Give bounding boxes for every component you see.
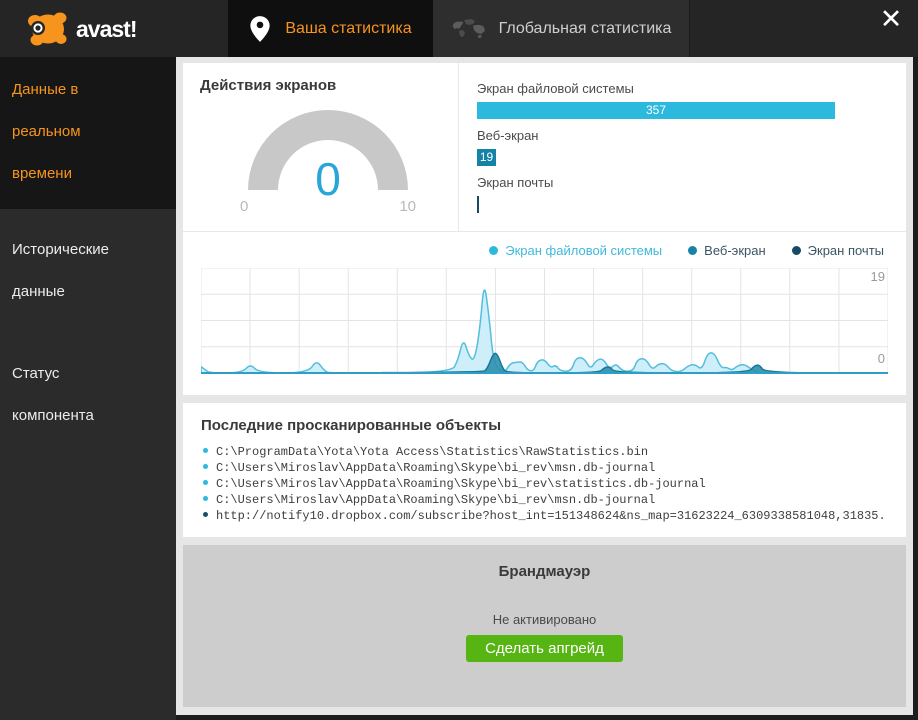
world-map-icon bbox=[452, 18, 485, 38]
bar-track: 357 bbox=[477, 102, 835, 119]
bullet-icon bbox=[203, 464, 208, 470]
logo-text: avast! bbox=[76, 15, 137, 42]
screen-counters: Экран файловой системы 357 Веб-экран 19 … bbox=[459, 63, 906, 231]
bullet-icon bbox=[203, 480, 208, 486]
bullet-icon bbox=[203, 448, 208, 454]
firewall-title: Брандмауэр bbox=[498, 563, 591, 580]
close-button[interactable]: ✕ bbox=[874, 2, 908, 36]
firewall-card: Брандмауэр Не активировано Сделать апгре… bbox=[183, 545, 906, 707]
screen-actions-card: Действия экранов 0 0 10 Экран файловой с… bbox=[183, 63, 906, 395]
scanned-object-row: C:\Users\Miroslav\AppData\Roaming\Skype\… bbox=[201, 460, 888, 476]
avast-logo-icon bbox=[28, 12, 67, 46]
legend-label: Веб-экран bbox=[704, 242, 766, 258]
sidebar-item-label: Статус компонента bbox=[12, 365, 94, 424]
legend-item-mail[interactable]: Экран почты bbox=[791, 242, 884, 258]
scanned-path: C:\Users\Miroslav\AppData\Roaming\Skype\… bbox=[216, 461, 656, 475]
scanned-path: C:\Users\Miroslav\AppData\Roaming\Skype\… bbox=[216, 493, 656, 507]
gauge-title: Действия экранов bbox=[200, 77, 337, 94]
activity-area-chart: 19 0 bbox=[201, 268, 888, 375]
avast-logo: avast! bbox=[24, 8, 137, 50]
legend-item-web[interactable]: Веб-экран bbox=[688, 243, 766, 258]
scanned-object-row: C:\Users\Miroslav\AppData\Roaming\Skype\… bbox=[201, 492, 888, 508]
upgrade-button[interactable]: Сделать апгрейд bbox=[466, 635, 623, 662]
bullet-icon bbox=[203, 496, 208, 502]
scanned-objects-list: C:\ProgramData\Yota\Yota Access\Statisti… bbox=[201, 444, 888, 524]
location-pin-icon bbox=[250, 15, 270, 42]
tab-label: Ваша статистика bbox=[285, 19, 412, 37]
scanned-objects-title: Последние просканированные объекты bbox=[201, 417, 502, 434]
bar-track: 19 bbox=[477, 149, 835, 166]
gauge-panel: Действия экранов 0 0 10 bbox=[183, 63, 459, 231]
activity-chart-svg bbox=[201, 268, 888, 374]
legend-dot-web bbox=[688, 245, 698, 255]
bar-label-filesystem: Экран файловой системы bbox=[477, 81, 634, 96]
scanned-object-row: http://notify10.dropbox.com/subscribe?ho… bbox=[201, 508, 888, 524]
scanned-object-row: C:\Users\Miroslav\AppData\Roaming\Skype\… bbox=[201, 476, 888, 492]
tab-label: Глобальная статистика bbox=[498, 19, 672, 37]
bar-track bbox=[477, 196, 835, 213]
legend-dot-mail bbox=[791, 245, 801, 255]
firewall-status: Не активировано bbox=[492, 612, 597, 627]
gauge-value: 0 bbox=[315, 153, 341, 205]
bar-label-web: Веб-экран bbox=[477, 128, 539, 143]
scanned-path: C:\ProgramData\Yota\Yota Access\Statisti… bbox=[216, 445, 649, 459]
y-axis-tick-max: 19 bbox=[870, 269, 885, 284]
sidebar-item-historical-data[interactable]: Исторические данные bbox=[0, 209, 176, 333]
tab-your-statistics[interactable]: Ваша статистика bbox=[228, 0, 433, 57]
bar-mail bbox=[477, 196, 479, 213]
bullet-icon bbox=[203, 512, 208, 518]
legend-label: Экран файловой системы bbox=[505, 242, 663, 258]
screen-actions-top: Действия экранов 0 0 10 Экран файловой с… bbox=[183, 63, 906, 232]
sidebar-item-component-status[interactable]: Статус компонента bbox=[0, 333, 176, 457]
bar-filesystem: 357 bbox=[477, 102, 835, 119]
legend-label: Экран почты bbox=[807, 242, 884, 258]
content-area: Действия экранов 0 0 10 Экран файловой с… bbox=[176, 57, 913, 715]
chart-legend: Экран файловой системы Веб-экран Экран п… bbox=[183, 232, 906, 268]
bar-web: 19 bbox=[477, 149, 497, 166]
legend-dot-filesystem bbox=[489, 245, 499, 255]
sidebar-item-label: Данные в реальном времени bbox=[12, 81, 81, 182]
bar-label-mail: Экран почты bbox=[477, 175, 554, 190]
sidebar-item-realtime-data[interactable]: Данные в реальном времени bbox=[0, 57, 176, 209]
activity-gauge: 0 bbox=[248, 110, 408, 205]
legend-item-filesystem[interactable]: Экран файловой системы bbox=[489, 243, 662, 258]
sidebar: Данные в реальном времени Исторические д… bbox=[0, 57, 176, 720]
scanned-object-row: C:\ProgramData\Yota\Yota Access\Statisti… bbox=[201, 444, 888, 460]
scanned-path: C:\Users\Miroslav\AppData\Roaming\Skype\… bbox=[216, 477, 706, 491]
tab-global-statistics[interactable]: Глобальная статистика bbox=[433, 0, 690, 57]
y-axis-tick-min: 0 bbox=[877, 351, 885, 366]
scanned-url: http://notify10.dropbox.com/subscribe?ho… bbox=[216, 509, 888, 523]
scanned-objects-card: Последние просканированные объекты C:\Pr… bbox=[183, 403, 906, 537]
avast-statistics-window: avast! Ваша статистика Глобальная статис… bbox=[0, 0, 918, 720]
topbar: avast! Ваша статистика Глобальная статис… bbox=[0, 0, 918, 57]
sidebar-item-label: Исторические данные bbox=[12, 241, 109, 300]
